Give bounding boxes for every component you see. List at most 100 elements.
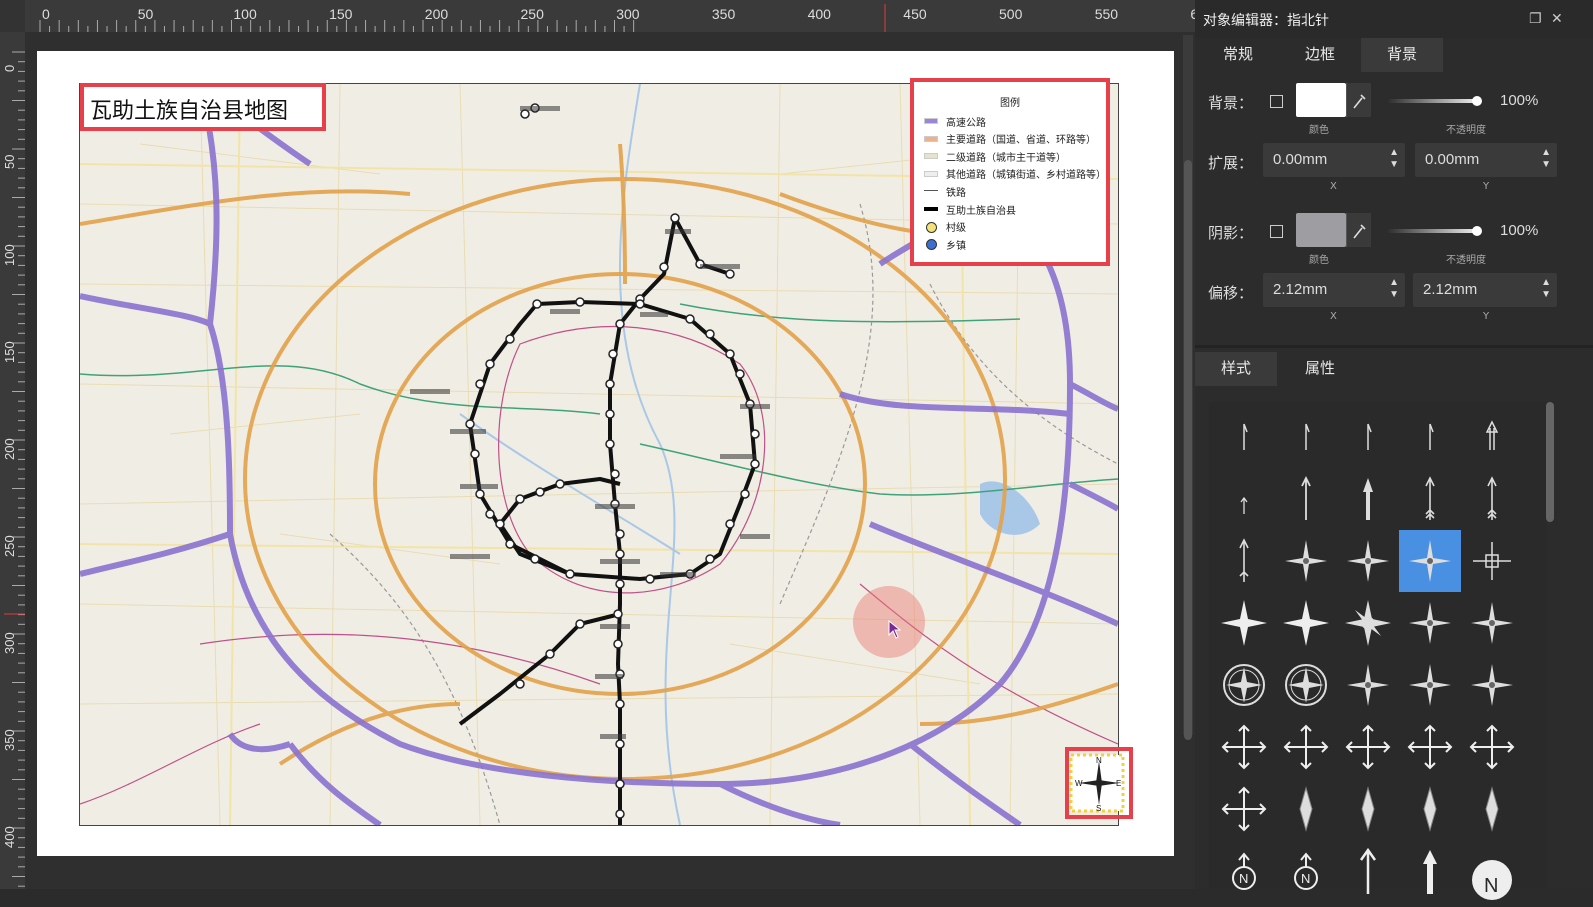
- four-way-arrow-icon[interactable]: [1337, 716, 1399, 778]
- diamond-needle-icon[interactable]: [1461, 778, 1523, 840]
- offset-x-input[interactable]: 2.12mm ▲ ▼: [1263, 273, 1405, 307]
- compass-cross-icon[interactable]: [1461, 530, 1523, 592]
- compass-rose-icon[interactable]: [1461, 592, 1523, 654]
- feather-arrow-icon[interactable]: [1399, 468, 1461, 530]
- four-way-arrow-icon[interactable]: [1275, 716, 1337, 778]
- station-marker: [545, 649, 555, 659]
- four-way-arrow-icon[interactable]: [1461, 716, 1523, 778]
- shadow-opacity-knob[interactable]: [1472, 226, 1482, 236]
- n-arrow-icon[interactable]: N: [1275, 840, 1337, 902]
- thin-arrow-icon[interactable]: [1337, 406, 1399, 468]
- ruler-label: 500: [999, 6, 1023, 22]
- float-window-icon[interactable]: ❐: [1529, 10, 1542, 27]
- station-marker: [475, 379, 485, 389]
- n-arrow-icon[interactable]: N: [1213, 840, 1275, 902]
- compass-rose-icon[interactable]: [1337, 654, 1399, 716]
- legend-symbol: [924, 149, 938, 163]
- compass-rose-icon[interactable]: [1337, 530, 1399, 592]
- diamond-needle-icon[interactable]: [1275, 778, 1337, 840]
- diamond-needle-icon[interactable]: [1399, 778, 1461, 840]
- offset-y-input[interactable]: 2.12mm ▲ ▼: [1413, 273, 1557, 307]
- spinner-arrows-icon[interactable]: ▲ ▼: [1389, 277, 1399, 301]
- legend-symbol: [924, 184, 938, 198]
- tab-general[interactable]: 常规: [1197, 38, 1279, 72]
- tab-style[interactable]: 样式: [1195, 352, 1277, 386]
- station-marker: [495, 519, 505, 529]
- long-arrow-icon[interactable]: [1275, 468, 1337, 530]
- thin-arrow-icon[interactable]: [1275, 406, 1337, 468]
- ruler-label: 300: [616, 6, 640, 22]
- expand-x-input[interactable]: 0.00mm ▲ ▼: [1263, 143, 1405, 177]
- bold-arrow-icon[interactable]: [1337, 468, 1399, 530]
- legend-item: 互助土族自治县: [924, 202, 1016, 217]
- map-title-box[interactable]: 瓦助土族自治县地图: [80, 83, 326, 131]
- station-marker: [535, 487, 545, 497]
- station-marker: [605, 439, 615, 449]
- simple-north-arrow-icon[interactable]: [1337, 840, 1399, 902]
- station-marker: [725, 519, 735, 529]
- four-point-star-icon[interactable]: [1275, 592, 1337, 654]
- svg-text:N: N: [1484, 875, 1498, 897]
- spinner-arrows-icon[interactable]: ▲ ▼: [1389, 147, 1399, 171]
- feather-arrow-icon[interactable]: [1461, 468, 1523, 530]
- horizontal-ruler[interactable]: 0501001502002503003504004505005506: [25, 0, 1198, 32]
- spinner-arrows-icon[interactable]: ▲ ▼: [1541, 147, 1551, 171]
- background-opacity-knob[interactable]: [1472, 96, 1482, 106]
- four-point-star-icon[interactable]: [1213, 592, 1275, 654]
- shadow-eyedropper-button[interactable]: [1346, 213, 1371, 247]
- compass-rose-icon[interactable]: [1461, 654, 1523, 716]
- shadow-checkbox[interactable]: [1270, 225, 1283, 238]
- legend-item: 铁路: [924, 184, 966, 199]
- four-way-arrow-icon[interactable]: [1213, 778, 1275, 840]
- compass-rose-icon[interactable]: [1399, 530, 1461, 592]
- shadow-opacity-slider[interactable]: [1387, 229, 1477, 233]
- thin-arrow-icon[interactable]: [1399, 406, 1461, 468]
- legend-symbol: [924, 114, 938, 128]
- station-marker: [635, 299, 645, 309]
- fletched-arrow-icon[interactable]: [1213, 530, 1275, 592]
- shadow-label: 阴影：: [1208, 224, 1254, 242]
- station-marker: [555, 479, 565, 489]
- small-arrow-icon[interactable]: [1213, 468, 1275, 530]
- station-marker: [645, 574, 655, 584]
- shadow-color-swatch[interactable]: [1296, 213, 1346, 247]
- tab-border[interactable]: 边框: [1279, 38, 1361, 72]
- background-opacity-slider[interactable]: [1387, 99, 1477, 103]
- spinner-arrows-icon[interactable]: ▲ ▼: [1541, 277, 1551, 301]
- expand-label: 扩展：: [1208, 154, 1254, 172]
- tab-properties[interactable]: 属性: [1279, 352, 1361, 386]
- compass-rose-icon[interactable]: [1399, 654, 1461, 716]
- double-arrow-icon[interactable]: [1461, 406, 1523, 468]
- station-marker: [530, 554, 540, 564]
- station-marker: [725, 269, 735, 279]
- n-circle-icon[interactable]: N: [1461, 840, 1523, 902]
- expand-x-value: 0.00mm: [1273, 151, 1328, 168]
- section-divider: [1195, 345, 1593, 348]
- north-arrow-box[interactable]: N S W E: [1065, 747, 1133, 819]
- expand-y-input[interactable]: 0.00mm ▲ ▼: [1415, 143, 1557, 177]
- legend-box[interactable]: 图例 高速公路 主要道路（国道、省道、环路等） 二级道路（城市主干道等） 其他道路（城…: [910, 78, 1110, 266]
- eight-point-star-icon[interactable]: [1337, 592, 1399, 654]
- gallery-scrollbar-thumb[interactable]: [1546, 402, 1554, 522]
- background-eyedropper-button[interactable]: [1346, 83, 1371, 117]
- ornate-compass-icon[interactable]: [1275, 654, 1337, 716]
- ruler-corner: [0, 0, 25, 32]
- bold-north-arrow-icon[interactable]: [1399, 840, 1461, 902]
- thin-arrow-icon[interactable]: [1213, 406, 1275, 468]
- compass-rose-icon[interactable]: [1399, 592, 1461, 654]
- diamond-needle-icon[interactable]: [1337, 778, 1399, 840]
- background-checkbox[interactable]: [1270, 95, 1283, 108]
- ruler-label: 300: [2, 632, 17, 654]
- vertical-ruler[interactable]: 0 50 100 150 200 250 300 350 400: [0, 32, 25, 907]
- four-way-arrow-icon[interactable]: [1213, 716, 1275, 778]
- shadow-color-caption: 颜色: [1309, 255, 1329, 266]
- close-icon[interactable]: ✕: [1551, 10, 1563, 27]
- four-way-arrow-icon[interactable]: [1399, 716, 1461, 778]
- canvas-scrollbar-thumb[interactable]: [1184, 160, 1192, 740]
- compass-rose-icon[interactable]: [1275, 530, 1337, 592]
- north-arrow-gallery[interactable]: NNN: [1209, 402, 1547, 900]
- ornate-compass-icon[interactable]: [1213, 654, 1275, 716]
- background-opacity-caption: 不透明度: [1446, 125, 1486, 136]
- background-color-swatch[interactable]: [1296, 83, 1346, 117]
- tab-background[interactable]: 背景: [1361, 38, 1443, 72]
